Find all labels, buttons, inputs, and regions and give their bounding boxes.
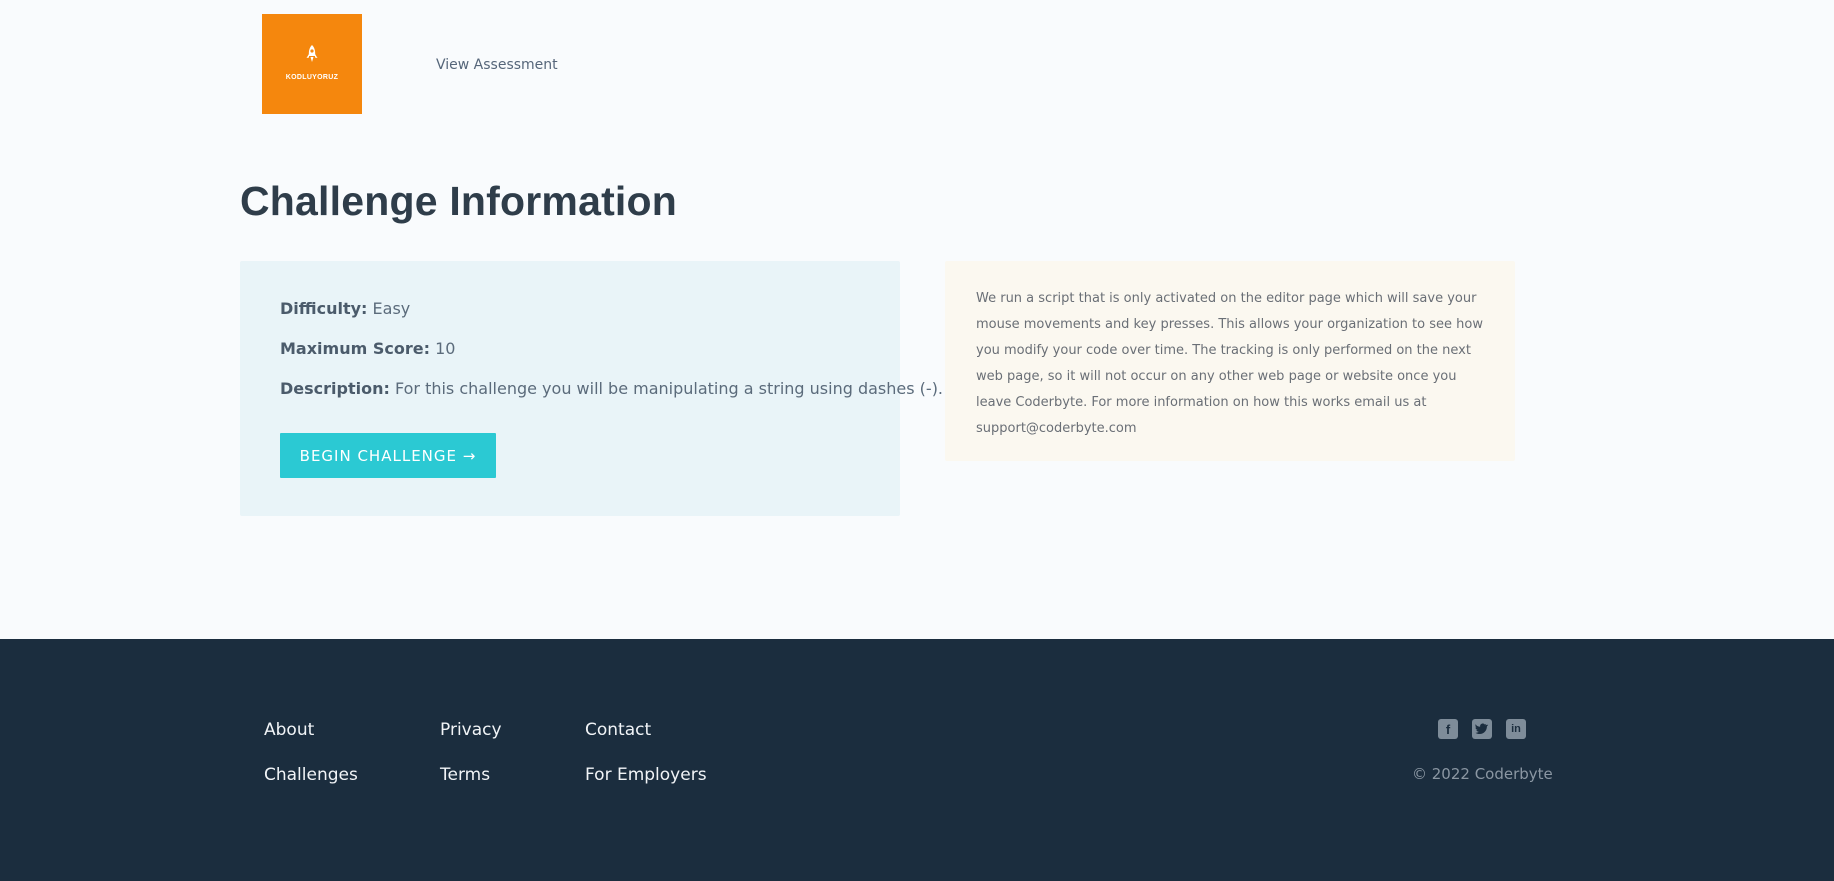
- description-label: Description:: [280, 379, 390, 398]
- page-title: Challenge Information: [240, 178, 678, 224]
- logo[interactable]: KODLUYORUZ: [262, 14, 362, 114]
- footer-link-privacy[interactable]: Privacy: [440, 720, 502, 740]
- description-row: Description: For this challenge you will…: [280, 379, 943, 398]
- facebook-icon[interactable]: f: [1438, 719, 1458, 739]
- difficulty-value: Easy: [372, 299, 411, 318]
- max-score-row: Maximum Score: 10: [280, 339, 455, 358]
- twitter-icon[interactable]: [1472, 719, 1492, 739]
- footer-link-contact[interactable]: Contact: [585, 720, 651, 740]
- tracking-notice: We run a script that is only activated o…: [945, 261, 1515, 461]
- difficulty-label: Difficulty:: [280, 299, 368, 318]
- header: KODLUYORUZ View Assessment: [0, 0, 1834, 130]
- footer-link-employers[interactable]: For Employers: [585, 765, 707, 785]
- max-score-label: Maximum Score:: [280, 339, 430, 358]
- challenge-info-card: Difficulty: Easy Maximum Score: 10 Descr…: [240, 261, 943, 516]
- max-score-value: 10: [435, 339, 456, 358]
- linkedin-icon[interactable]: in: [1506, 719, 1526, 739]
- footer: About Challenges Privacy Terms Contact F…: [0, 639, 1834, 881]
- logo-text: KODLUYORUZ: [285, 73, 339, 81]
- view-assessment-link[interactable]: View Assessment: [436, 57, 558, 73]
- description-value: For this challenge you will be manipulat…: [394, 379, 944, 398]
- copyright: © 2022 Coderbyte: [1412, 765, 1553, 783]
- footer-link-challenges[interactable]: Challenges: [264, 765, 358, 785]
- difficulty-row: Difficulty: Easy: [280, 299, 410, 318]
- footer-link-about[interactable]: About: [264, 720, 314, 740]
- begin-challenge-button[interactable]: BEGIN CHALLENGE →: [280, 433, 496, 478]
- rocket-icon: [305, 44, 319, 70]
- footer-link-terms[interactable]: Terms: [440, 765, 490, 785]
